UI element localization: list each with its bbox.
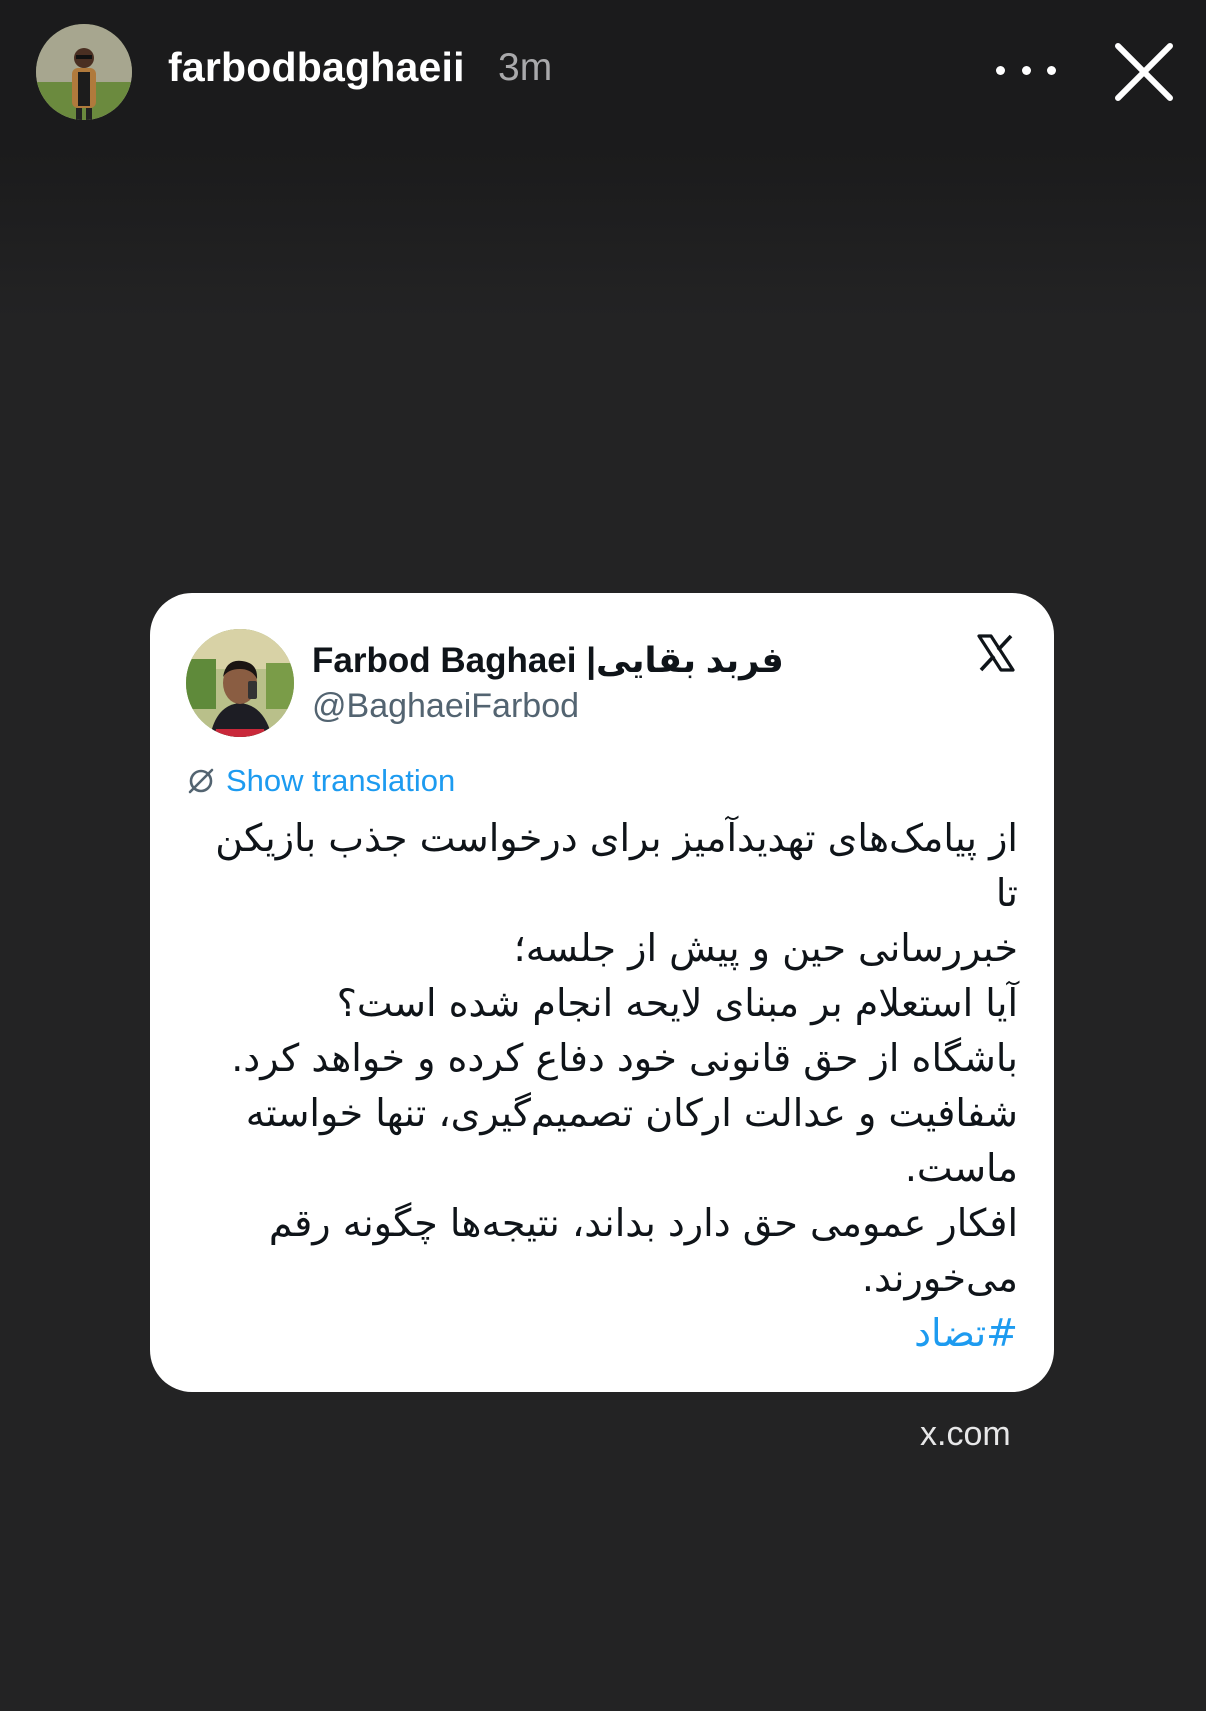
show-translation-link[interactable]: Show translation (226, 763, 455, 799)
more-dot (1047, 65, 1056, 75)
tweet-text-line: می‌خورند. (861, 1256, 1018, 1300)
close-icon[interactable] (1110, 38, 1178, 106)
more-dot (1021, 65, 1031, 75)
tweet-author-avatar-image (186, 629, 294, 737)
tweet-text-line: باشگاه از حق قانونی خود دفاع کرده و خواه… (231, 1036, 1018, 1080)
more-dot (996, 65, 1005, 75)
tweet-author-name[interactable]: Farbod Baghaei |فربد بقایی (312, 641, 784, 681)
tweet-text-line: ماست. (904, 1146, 1018, 1190)
story-header: farbodbaghaeii 3m (0, 0, 1206, 150)
story-timestamp: 3m (498, 46, 553, 89)
tweet-text-line: آیا استعلام بر مبنای لایحه انجام شده است… (336, 981, 1018, 1025)
tweet-text-line: خبررسانی حین و پیش از جلسه؛ (513, 926, 1018, 970)
tweet-text-line: افکار عمومی حق دارد بداند، نتیجه‌ها چگون… (268, 1201, 1018, 1245)
story-screen: farbodbaghaeii 3m Farbod Baghaei |فربد ب… (0, 0, 1206, 1711)
show-translation[interactable]: Show translation (186, 761, 455, 801)
tweet-author-avatar (186, 629, 294, 737)
tweet-author-handle[interactable]: @BaghaeiFarbod (312, 687, 579, 726)
profile-avatar[interactable] (36, 24, 132, 120)
x-logo-icon (976, 633, 1016, 673)
tweet-card[interactable]: Farbod Baghaei |فربد بقایی @BaghaeiFarbo… (150, 593, 1054, 1392)
story-username[interactable]: farbodbaghaeii (168, 44, 465, 91)
link-domain[interactable]: x.com (920, 1415, 1011, 1454)
tweet-hashtag[interactable]: #تضاد (186, 1306, 1018, 1361)
profile-avatar-image (36, 24, 132, 120)
more-options-icon[interactable] (996, 50, 1056, 90)
tweet-text-line: از پیامک‌های تهدیدآمیز برای درخواست جذب … (215, 816, 1018, 915)
story-gradient (0, 150, 1206, 320)
tweet-text-line: شفافیت و عدالت ارکان تصمیم‌گیری، تنها خو… (245, 1091, 1018, 1135)
tweet-text: از پیامک‌های تهدیدآمیز برای درخواست جذب … (186, 811, 1018, 1361)
translate-icon (186, 766, 216, 796)
